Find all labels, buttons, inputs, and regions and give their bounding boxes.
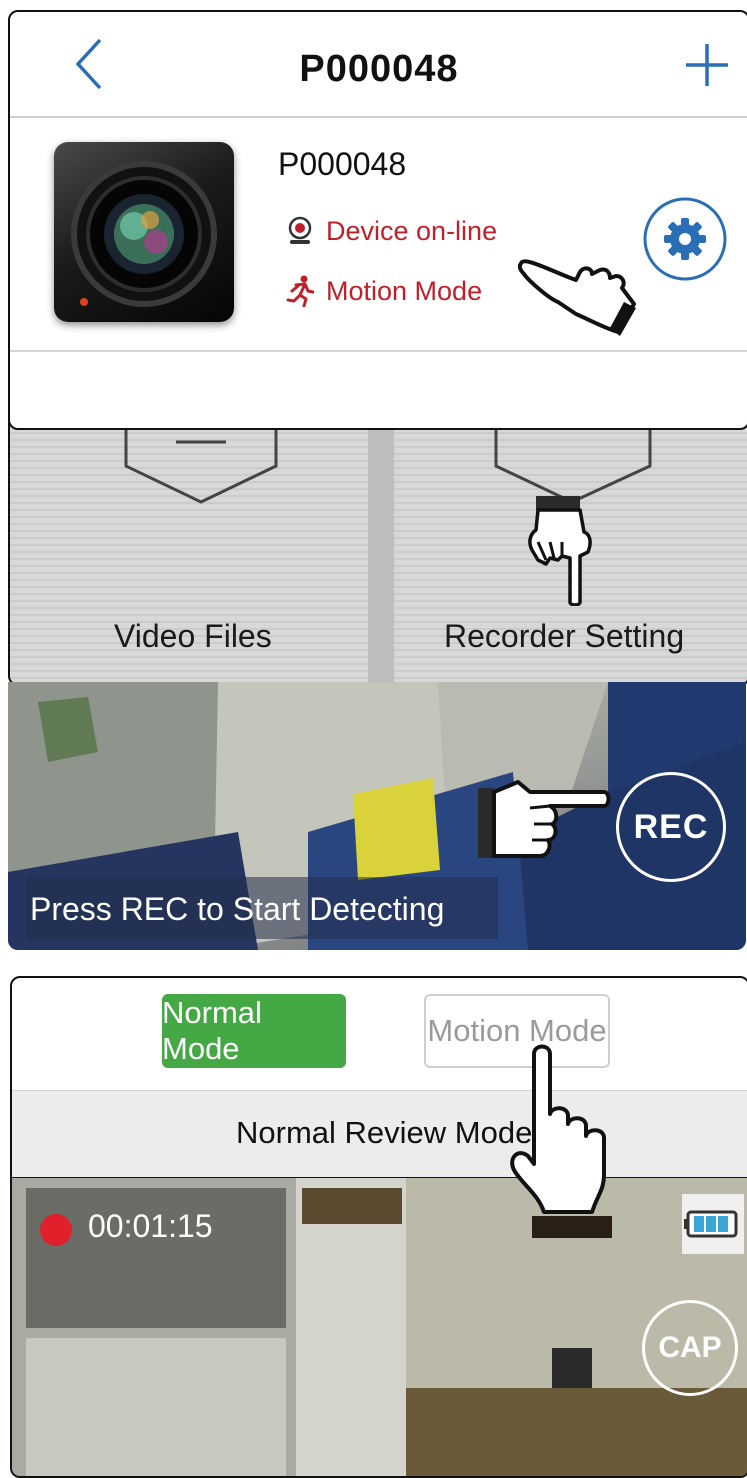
status-online-row: Device on-line: [286, 214, 497, 248]
video-files-label[interactable]: Video Files: [114, 618, 272, 655]
pointing-hand-icon: [518, 259, 636, 336]
device-mode-status: Motion Mode: [326, 275, 483, 306]
pointing-hand-icon: [478, 780, 611, 858]
rec-button[interactable]: REC: [616, 772, 726, 882]
review-mode-bar[interactable]: Normal Review Mode: [12, 1090, 747, 1179]
pointing-hand-icon: [528, 496, 592, 606]
recorder-setting-label[interactable]: Recorder Setting: [444, 618, 684, 655]
rec-label: REC: [633, 807, 709, 846]
battery-icon: [682, 1194, 744, 1254]
device-online-status: Device on-line: [326, 215, 498, 246]
running-man-icon: [286, 275, 314, 307]
plus-icon[interactable]: [682, 40, 732, 90]
divider: [10, 116, 747, 118]
page-title: P000048: [299, 48, 459, 90]
capture-button[interactable]: CAP: [642, 1300, 738, 1396]
status-mode-row: Motion Mode: [286, 274, 482, 308]
pointing-hand-icon: [510, 1044, 612, 1238]
mode-switch-screen: Normal Mode Motion Mode Normal Review Mo…: [10, 976, 747, 1478]
review-mode-label: Normal Review Mode: [236, 1115, 533, 1150]
recording-indicator: [40, 1214, 72, 1246]
capture-label: CAP: [658, 1331, 722, 1364]
gear-icon[interactable]: [642, 196, 728, 282]
device-list-screen: P000048 P000048 Device on-line Motion Mo…: [8, 10, 747, 430]
webcam-icon: [288, 216, 312, 244]
normal-mode-button[interactable]: Normal Mode: [162, 994, 346, 1068]
device-name: P000048: [278, 146, 407, 182]
caption-text: Press REC to Start Detecting: [30, 891, 445, 927]
camera-lens-icon[interactable]: [54, 142, 234, 322]
recording-timer: 00:01:15: [88, 1208, 213, 1244]
live-view-screen: Press REC to Start Detecting REC: [8, 682, 746, 950]
nav-bar: P000048: [10, 12, 747, 116]
status-caption: Press REC to Start Detecting: [26, 877, 498, 939]
divider: [10, 350, 747, 352]
